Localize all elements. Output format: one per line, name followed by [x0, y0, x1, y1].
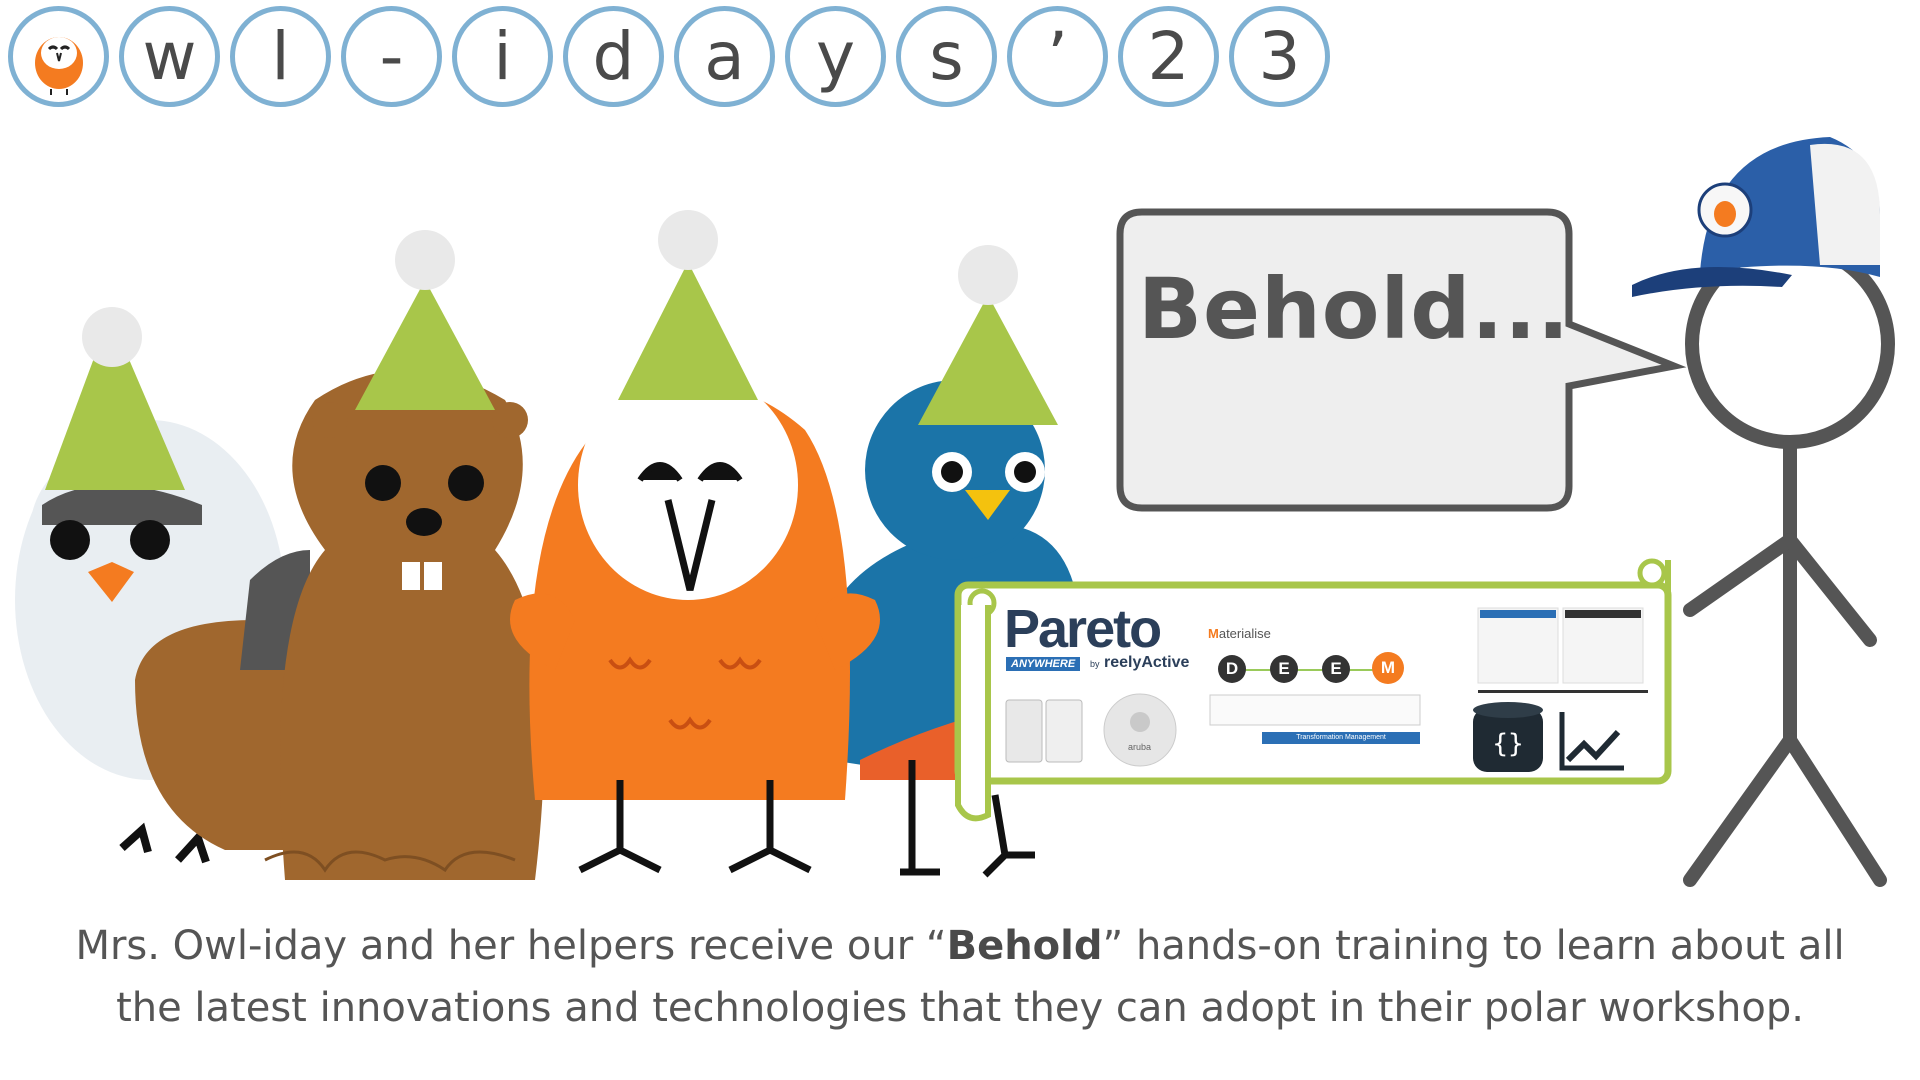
database-icon: {}	[1473, 702, 1543, 772]
orange-owl-character	[510, 210, 880, 874]
title-letter: w	[119, 6, 220, 107]
caption-line-1-end: ” hands-on training to learn about all	[1102, 923, 1845, 969]
caption-line-2: the latest innovations and technologies …	[116, 985, 1804, 1031]
title-letter: i	[452, 6, 553, 107]
caption: Mrs. Owl-iday and her helpers receive ou…	[0, 915, 1920, 1039]
caption-bold-word: Behold	[946, 923, 1103, 969]
materialise-rest: aterialise	[1218, 626, 1271, 641]
aruba-label: aruba	[1128, 742, 1152, 752]
caption-line-1: Mrs. Owl-iday and her helpers receive ou…	[0, 915, 1920, 977]
stick-figure-character	[1683, 239, 1895, 887]
process-step: M	[1372, 652, 1404, 684]
owl-logo-circle	[8, 6, 109, 107]
title-letter: l	[230, 6, 331, 107]
title-letter: d	[563, 6, 664, 107]
title-letter: ’	[1007, 6, 1108, 107]
svg-text:{}: {}	[1492, 729, 1523, 759]
title-letter: -	[341, 6, 442, 107]
title-row: w l - i d a y s ’ 2 3	[8, 6, 1330, 116]
illustration-scene: {}	[15, 137, 1895, 887]
speech-bubble-shape	[1116, 208, 1687, 512]
by-label: by	[1090, 659, 1100, 669]
brand-label: reelyActive	[1103, 654, 1190, 671]
trucker-cap	[1632, 137, 1880, 297]
owl-face-icon	[34, 36, 83, 95]
materialise-initial: M	[1208, 626, 1219, 641]
reelyactive-brand: by reelyActive	[1090, 654, 1189, 672]
transformation-management-bar: Transformation Management	[1262, 732, 1420, 744]
title-letter: 2	[1118, 6, 1219, 107]
caption-line-1-start: Mrs. Owl-iday and her helpers receive ou…	[75, 923, 947, 969]
process-step: E	[1270, 655, 1298, 683]
pareto-logo: Pareto	[1004, 599, 1162, 659]
title-letter: s	[896, 6, 997, 107]
title-letter: y	[785, 6, 886, 107]
anywhere-badge: ANYWHERE	[1006, 657, 1081, 671]
process-step: D	[1218, 655, 1246, 683]
line-chart-icon	[1558, 708, 1628, 772]
title-letter: 3	[1229, 6, 1330, 107]
speech-bubble-text: Behold...	[1138, 260, 1571, 358]
title-letter: a	[674, 6, 775, 107]
materialise-label: Materialise	[1208, 626, 1271, 641]
process-step: E	[1322, 655, 1350, 683]
